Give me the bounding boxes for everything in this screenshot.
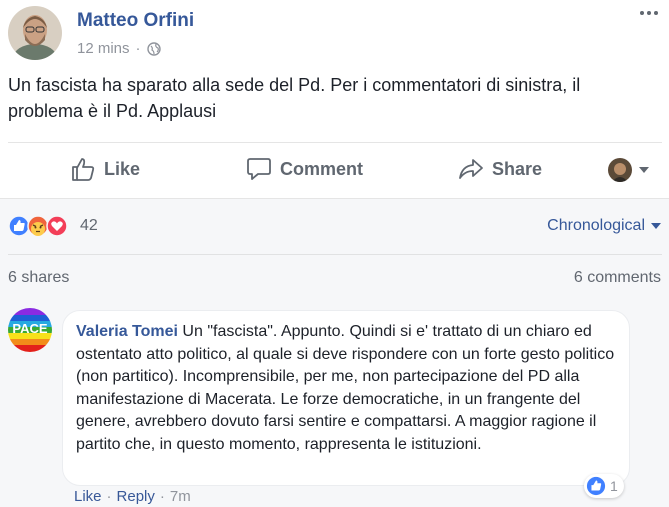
post-action-bar: Like Comment Share: [8, 148, 662, 192]
audience-selector[interactable]: [608, 158, 650, 182]
like-reaction-icon: [586, 476, 606, 496]
globe-icon: [146, 41, 161, 56]
chevron-down-icon: [639, 167, 649, 173]
author-avatar[interactable]: [8, 6, 62, 60]
commenter-avatar[interactable]: PACE: [8, 308, 52, 352]
commenter-name[interactable]: Valeria Tomei: [76, 323, 178, 340]
thumbs-up-icon: [72, 158, 95, 181]
comment-actions: Like · Reply · 7m: [74, 488, 191, 505]
more-options-icon[interactable]: [639, 8, 659, 18]
share-arrow-icon: [459, 159, 483, 179]
comment-text: Un "fascista". Appunto. Quindi si e' tra…: [76, 323, 615, 453]
comment-icon: [247, 158, 271, 180]
post-meta: 12 mins ·: [77, 40, 161, 57]
author-name[interactable]: Matteo Orfini: [77, 10, 194, 32]
post-header: Matteo Orfini 12 mins ·: [8, 6, 663, 64]
comments-count[interactable]: 6 comments: [574, 269, 661, 287]
comment-button[interactable]: Comment: [246, 156, 363, 182]
share-button[interactable]: Share: [458, 156, 542, 182]
comment-label: Comment: [280, 158, 364, 179]
comment-like-count: 1: [610, 478, 618, 494]
pace-logo-text: PACE: [12, 321, 47, 336]
reactions-stats-bar: 42 Chronological 6 shares 6 comments: [0, 198, 669, 291]
separator: ·: [159, 488, 165, 505]
share-label: Share: [492, 158, 543, 179]
comment-bubble: Valeria Tomei Un "fascista". Appunto. Qu…: [62, 310, 630, 486]
separator: ·: [106, 488, 112, 505]
comment-sort-dropdown[interactable]: Chronological: [547, 217, 661, 235]
like-label: Like: [104, 158, 141, 179]
post-time[interactable]: 12 mins: [77, 40, 130, 57]
sort-label: Chronological: [547, 217, 645, 234]
shares-count[interactable]: 6 shares: [8, 269, 69, 287]
like-button[interactable]: Like: [70, 156, 140, 182]
reaction-count[interactable]: 42: [80, 217, 98, 235]
comment-like-button[interactable]: Like: [74, 488, 102, 505]
comment-reply-button[interactable]: Reply: [117, 488, 155, 505]
comment-section: PACE Valeria Tomei Un "fascista". Appunt…: [0, 290, 669, 507]
chevron-down-icon: [651, 222, 661, 229]
divider: [8, 142, 662, 143]
reaction-icons[interactable]: [8, 215, 68, 237]
meta-separator: ·: [135, 40, 141, 57]
love-reaction-icon: [46, 215, 68, 237]
comment-reaction-badge[interactable]: 1: [584, 474, 624, 498]
post-text: Un fascista ha sparato alla sede del Pd.…: [8, 75, 581, 121]
user-avatar: [608, 158, 632, 182]
divider: [8, 254, 662, 255]
comment-time[interactable]: 7m: [170, 488, 191, 505]
